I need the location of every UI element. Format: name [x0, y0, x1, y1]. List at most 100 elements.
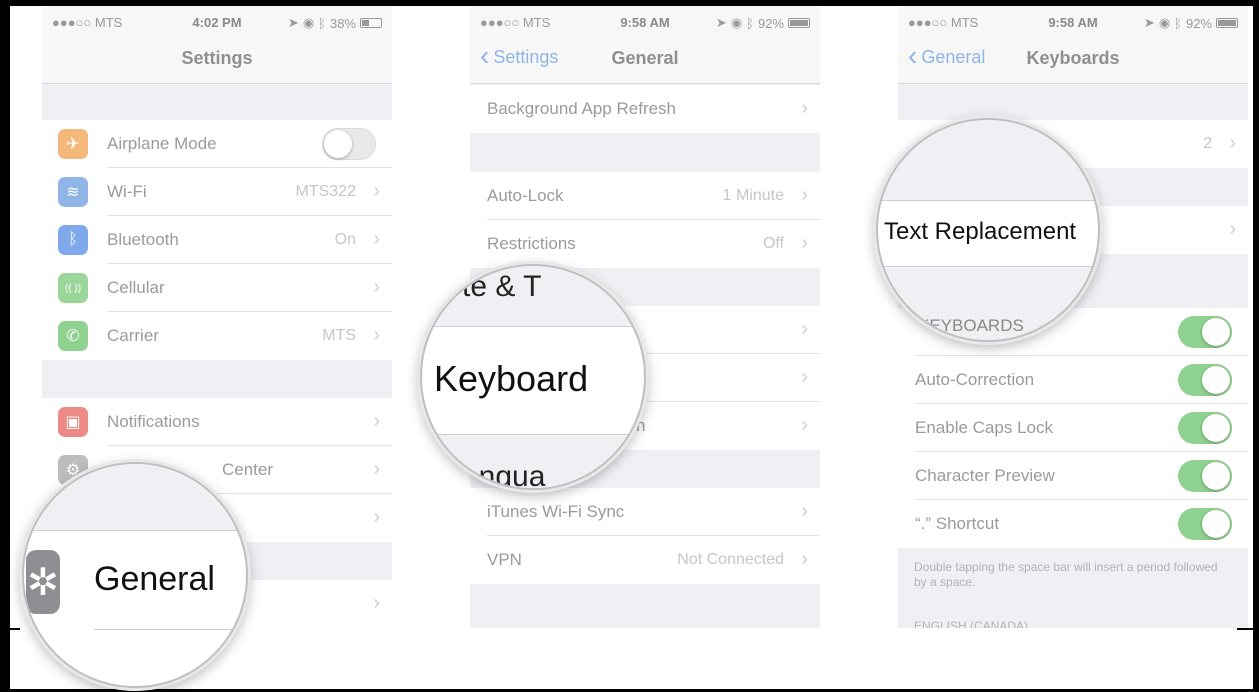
keyboards-row-enable-caps-lock[interactable]: Enable Caps Lock [898, 404, 1248, 452]
status-bar: ●●●○○ MTS 9:58 AM ➤ ◉ ᛒ 92% [470, 6, 820, 32]
chevron-right-icon: › [373, 410, 380, 432]
status-indicators: ➤ ◉ ᛒ 92% [1144, 15, 1238, 31]
chevron-right-icon: › [801, 366, 808, 388]
settings-row-notifications[interactable]: ▣ Notifications › [42, 398, 392, 446]
chevron-right-icon: › [1229, 218, 1236, 240]
magnifier-section-gap [878, 120, 1098, 200]
magnified-partial-top: te & T [462, 270, 542, 303]
frame-border-left [0, 0, 10, 692]
nav-bar: ‹ Settings General [470, 32, 820, 84]
row-label: Auto-Correction [915, 370, 1035, 389]
row-label: Cellular [107, 278, 165, 297]
magnified-general-label: General [94, 560, 215, 598]
magnifier-divider [878, 200, 1098, 201]
section-header-english-canada: ENGLISH (CANADA) [914, 619, 1029, 628]
period-shortcut-toggle[interactable] [1178, 508, 1232, 540]
enable-caps-lock-toggle[interactable] [1178, 412, 1232, 444]
row-value: Off [762, 235, 784, 252]
keyboards-row-character-preview[interactable]: Character Preview [898, 452, 1248, 500]
row-label: Carrier [107, 326, 159, 345]
chevron-right-icon: › [373, 592, 380, 614]
magnified-keyboard-label: Keyboard [434, 358, 589, 399]
general-row-itunes-wifi-sync[interactable]: iTunes Wi-Fi Sync › [470, 488, 820, 536]
row-value: Not Connected [677, 551, 784, 568]
magnifier-divider [24, 530, 246, 531]
toggle-knob [1202, 318, 1230, 346]
page-title: General [611, 48, 679, 68]
settings-row-airplane-mode[interactable]: ✈ Airplane Mode [42, 120, 392, 168]
row-label: Enable Caps Lock [915, 418, 1053, 437]
chevron-right-icon: › [801, 97, 808, 119]
frame-notch-left [0, 628, 20, 630]
location-icon: ➤ [1143, 15, 1155, 30]
general-row-vpn[interactable]: VPN Not Connected › [470, 536, 820, 584]
chevron-right-icon: › [801, 414, 808, 436]
magnifier-divider [422, 326, 644, 327]
chevron-right-icon: › [801, 318, 808, 340]
magnified-section-keyboards: KEYBOARDS [918, 316, 1024, 335]
magnifier-text-replacement: Text Replacement KEYBOARDS [876, 118, 1100, 342]
keyboards-count: 2 [1203, 135, 1212, 152]
status-bar: ●●●○○ MTS 9:58 AM ➤ ◉ ᛒ 92% [898, 6, 1248, 32]
chevron-right-icon: › [373, 276, 380, 298]
character-preview-toggle[interactable] [1178, 460, 1232, 492]
bluetooth-status-icon: ᛒ [746, 15, 754, 31]
row-label: Airplane Mode [107, 134, 217, 153]
auto-capitalization-toggle[interactable] [1178, 316, 1232, 348]
settings-row-cellular[interactable]: (( )) Cellular › [42, 264, 392, 312]
status-indicators: ➤ ◉ ᛒ 92% [716, 15, 810, 31]
page-title: Keyboards [1026, 48, 1120, 68]
alarm-icon: ◉ [302, 15, 315, 30]
nav-bar: Settings [42, 32, 392, 84]
toggle-knob [1202, 366, 1230, 394]
toggle-knob [1202, 462, 1230, 490]
battery-percent: 92% [757, 15, 784, 31]
battery-icon [1216, 18, 1238, 28]
battery-icon [360, 18, 382, 28]
settings-row-wifi[interactable]: ≋ Wi-Fi MTS322 › [42, 168, 392, 216]
chevron-right-icon: › [801, 548, 808, 570]
row-label: Bluetooth [107, 230, 179, 249]
location-icon: ➤ [287, 15, 299, 30]
magnifier-keyboard: te & T Keyboard angua [420, 264, 646, 490]
row-label: Auto-Lock [487, 186, 564, 205]
page-title: Settings [181, 48, 253, 68]
alarm-icon: ◉ [730, 15, 743, 30]
magnifier-section-gap [24, 464, 246, 530]
magnifier-divider [94, 629, 246, 630]
location-icon: ➤ [715, 15, 727, 30]
chevron-right-icon: › [801, 500, 808, 522]
settings-row-carrier[interactable]: ✆ Carrier MTS › [42, 312, 392, 360]
auto-correction-toggle[interactable] [1178, 364, 1232, 396]
battery-percent: 38% [329, 15, 356, 31]
general-row-restrictions[interactable]: Restrictions Off › [470, 220, 820, 268]
general-row-background-app-refresh[interactable]: Background App Refresh › [470, 85, 820, 133]
row-label: iTunes Wi-Fi Sync [487, 502, 625, 521]
chevron-right-icon: › [1229, 132, 1236, 154]
toggle-knob [1202, 510, 1230, 538]
notifications-icon: ▣ [58, 407, 88, 437]
row-label: Wi-Fi [107, 182, 147, 201]
magnified-partial-bottom: angua [462, 460, 546, 490]
keyboards-row-period-shortcut[interactable]: “.” Shortcut [898, 500, 1248, 548]
airplane-mode-toggle[interactable] [322, 128, 376, 160]
battery-percent: 92% [1185, 15, 1212, 31]
row-value: 1 Minute [722, 187, 784, 204]
frame-border-right [1253, 0, 1259, 692]
chevron-right-icon: › [373, 458, 380, 480]
keyboards-row-auto-correction[interactable]: Auto-Correction [898, 356, 1248, 404]
wifi-icon: ≋ [58, 177, 88, 207]
chevron-right-icon: › [373, 228, 380, 250]
bluetooth-status-icon: ᛒ [1174, 15, 1182, 31]
cellular-icon: (( )) [58, 273, 88, 303]
row-label: Character Preview [915, 466, 1055, 485]
chevron-right-icon: › [801, 184, 808, 206]
chevron-right-icon: › [373, 506, 380, 528]
settings-row-bluetooth[interactable]: ᛒ Bluetooth On › [42, 216, 392, 264]
row-label: Notifications [107, 412, 200, 431]
status-indicators: ➤ ◉ ᛒ 38% [288, 15, 382, 31]
toggle-knob [1202, 414, 1230, 442]
status-bar: ●●●○○ MTS 4:02 PM ➤ ◉ ᛒ 38% [42, 6, 392, 32]
general-row-auto-lock[interactable]: Auto-Lock 1 Minute › [470, 172, 820, 220]
alarm-icon: ◉ [1158, 15, 1171, 30]
